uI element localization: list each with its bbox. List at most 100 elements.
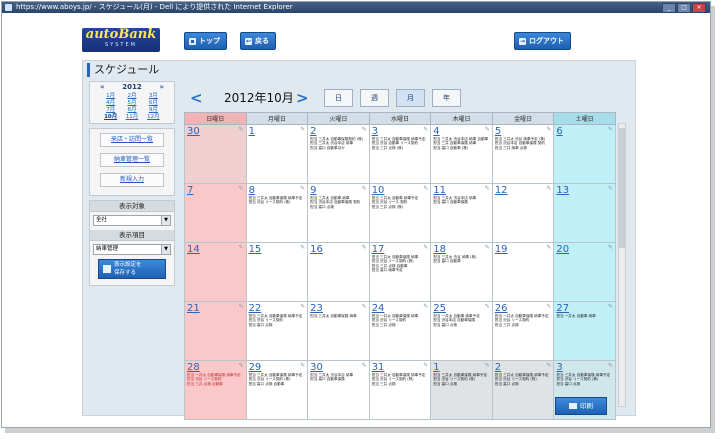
calendar-event[interactable]: 担当 一井太 自動車 納車 [556,314,613,318]
month-link[interactable]: 11月 [121,114,142,121]
edit-icon[interactable]: ✎ [362,362,367,369]
edit-icon[interactable]: ✎ [239,362,244,369]
maximize-button[interactable]: □ [677,3,691,13]
calendar-event[interactable]: 担当 高口 自動車 (株) [433,146,490,150]
calendar-day-cell[interactable]: 9 ✎ 担当 三井太 自動車 納車 担当 渋谷本店 自動車保険 契約 担当 高口 点検 [307,183,370,243]
day-number[interactable]: 17 [372,244,429,255]
edit-icon[interactable]: ✎ [608,303,613,310]
close-button[interactable]: × [692,3,706,13]
calendar-day-cell[interactable]: 20 ✎ [553,242,616,302]
month-link[interactable]: 7月 [100,107,121,114]
day-number[interactable]: 13 [556,185,613,196]
calendar-event[interactable]: 担当 高口 点検 [495,382,552,386]
prev-year-icon[interactable]: « [100,83,105,92]
month-link[interactable]: 4月 [100,100,121,107]
edit-icon[interactable]: ✎ [300,303,305,310]
day-number[interactable]: 23 [310,303,367,314]
calendar-day-cell[interactable]: 29 ✎ 担当 三井太 自動車保険 納車予定 担当 渋谷 リース契約 (株) 担当 高口… [245,360,309,420]
day-number[interactable]: 30 [187,126,244,137]
calendar-event[interactable]: 担当 高口 点検 [433,382,490,386]
view-year-button[interactable]: 年 [432,89,461,107]
day-number[interactable]: 15 [249,244,306,255]
calendar-day-cell[interactable]: 10 ✎ 担当 三井太 自動車 納車予定 担当 渋谷 リース 契約 担当 三井 点検 (… [368,183,432,243]
day-number[interactable]: 10 [372,185,429,196]
edit-icon[interactable]: ✎ [239,185,244,192]
edit-icon[interactable]: ✎ [362,244,367,251]
scrollbar-thumb[interactable] [619,128,625,248]
day-number[interactable]: 3 [556,362,613,373]
month-link[interactable]: 9月 [143,107,164,114]
edit-icon[interactable]: ✎ [300,185,305,192]
save-settings-button[interactable]: 表示設定を 保存する [98,259,166,279]
calendar-event[interactable]: 担当 高口 点検 [310,205,367,209]
day-number[interactable]: 7 [187,185,244,196]
calendar-event[interactable]: 担当 三井 点検 自動車 [187,382,244,386]
day-number[interactable]: 16 [310,244,367,255]
calendar-day-cell[interactable]: 26 ✎ 担当 一井太 自動車保険 納車予定 担当 渋谷 リース契約 担当 三井 点検 [491,301,555,361]
month-link[interactable]: 3月 [143,93,164,100]
day-number[interactable]: 19 [495,244,552,255]
day-number[interactable]: 28 [187,362,244,373]
calendar-event[interactable]: 担当 三井 点検 [372,382,429,386]
calendar-day-cell[interactable]: 5 ✎ 担当 三井太 渋谷 納車予定 (株) 担当 渋谷本店 自動車保険 契約 担当 三… [491,124,555,184]
back-button[interactable]: ↩ 戻る [240,32,276,50]
month-link[interactable]: 1月 [100,93,121,100]
day-number[interactable]: 3 [372,126,429,137]
calendar-event[interactable]: 担当 高口 納車予定 [372,268,429,272]
edit-icon[interactable]: ✎ [423,362,428,369]
edit-icon[interactable]: ✎ [485,244,490,251]
calendar-event[interactable]: 担当 三井 点検 [372,323,429,327]
new-entry-link[interactable]: 新規入力 [100,173,164,187]
day-number[interactable]: 11 [433,185,490,196]
calendar-day-cell[interactable]: 1 ✎ [245,124,309,184]
edit-icon[interactable]: ✎ [546,244,551,251]
day-number[interactable]: 24 [372,303,429,314]
edit-icon[interactable]: ✎ [608,126,613,133]
display-item-select[interactable]: 納車管理 ▼ [93,244,171,255]
day-number[interactable]: 20 [556,244,613,255]
autobank-logo[interactable]: autoBank SYSTEM [82,28,160,52]
calendar-day-cell[interactable]: 2 ✎ 担当 三井太 自動車保険契約 (株) 担当 三井太 渋谷本店 納車 担当 高口 … [307,124,370,184]
day-number[interactable]: 29 [249,362,306,373]
calendar-scrollbar[interactable] [618,123,626,407]
edit-icon[interactable]: ✎ [608,362,613,369]
edit-icon[interactable]: ✎ [423,185,428,192]
calendar-day-cell[interactable]: 30 ✎ 担当 三井太 渋谷本店 納車 担当 高口 自動車保険 [307,360,370,420]
month-link[interactable]: 6月 [143,100,164,107]
display-target-select[interactable]: 全社 ▼ [93,215,171,226]
visit-list-link[interactable]: 来店・訪問一覧 [100,133,164,147]
day-number[interactable]: 1 [433,362,490,373]
print-button[interactable]: 印刷 [555,397,607,415]
view-week-button[interactable]: 週 [360,89,389,107]
day-number[interactable]: 4 [433,126,490,137]
prev-month-icon[interactable]: < [190,89,203,107]
edit-icon[interactable]: ✎ [239,244,244,251]
calendar-day-cell[interactable]: 19 ✎ [491,242,555,302]
edit-icon[interactable]: ✎ [300,244,305,251]
edit-icon[interactable]: ✎ [362,303,367,310]
calendar-event[interactable]: 担当 高口 自動車 [433,259,490,263]
calendar-event[interactable]: 担当 渋谷本店 自動車保険 契約 [495,141,552,145]
month-link[interactable]: 12月 [143,114,164,121]
delivery-list-link[interactable]: 納車管理一覧 [100,153,164,167]
edit-icon[interactable]: ✎ [485,185,490,192]
day-number[interactable]: 27 [556,303,613,314]
calendar-day-cell[interactable]: 6 ✎ [553,124,616,184]
calendar-event[interactable]: 担当 三井 点検 (株) [372,146,429,150]
next-month-icon[interactable]: > [296,89,309,107]
calendar-day-cell[interactable]: 8 ✎ 担当 三井太 自動車保険 納車予定 担当 渋谷 リース契約 (株) [245,183,309,243]
day-number[interactable]: 1 [249,126,306,137]
day-number[interactable]: 21 [187,303,244,314]
calendar-day-cell[interactable]: 31 ✎ 担当 三井太 自動車保険 納車予定 担当 渋谷 リース契約 (株) 担当 三井… [368,360,432,420]
calendar-event[interactable]: 担当 高口 点検 自動車 [249,382,306,386]
calendar-day-cell[interactable]: 18 ✎ 担当 三井太 渋谷 納車 (株) 担当 高口 自動車 [430,242,493,302]
calendar-day-cell[interactable]: 30 ✎ [184,124,247,184]
calendar-day-cell[interactable]: 2 ✎ 担当 三井太 自動車保険 納車予定 担当 渋谷 リース契約 (株) 担当 高口 … [491,360,555,420]
calendar-event[interactable]: 担当 高口 点検 [249,323,306,327]
calendar-day-cell[interactable]: 25 ✎ 担当 一井太 自動車 納車予定 担当 渋谷本店 自動車保険 担当 高口 点検 [430,301,493,361]
logout-button[interactable]: → ログアウト [514,32,571,50]
edit-icon[interactable]: ✎ [485,303,490,310]
calendar-day-cell[interactable]: 16 ✎ [307,242,370,302]
day-number[interactable]: 18 [433,244,490,255]
edit-icon[interactable]: ✎ [300,362,305,369]
